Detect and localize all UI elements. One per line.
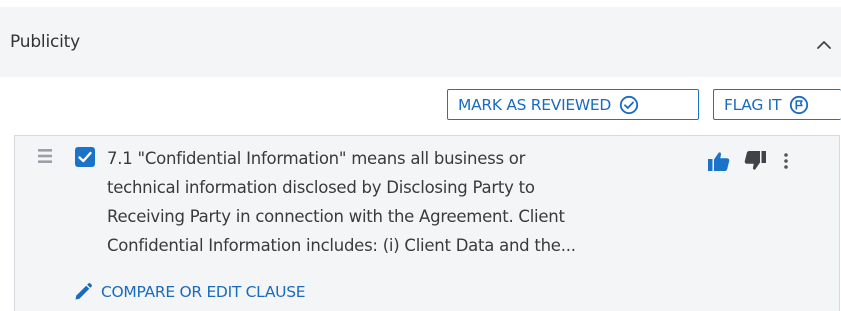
clause-review-panel: Publicity MARK AS REVIEWED FLAG IT 7.1 "… <box>0 0 841 311</box>
clause-text-line: Confidential Information includes: (i) C… <box>107 236 576 255</box>
mark-as-reviewed-label: MARK AS REVIEWED <box>458 95 611 114</box>
section-header[interactable]: Publicity <box>0 7 841 77</box>
compare-or-edit-clause-link[interactable]: COMPARE OR EDIT CLAUSE <box>73 282 306 302</box>
checkmark-icon <box>78 151 92 163</box>
section-title: Publicity <box>10 32 80 52</box>
clause-text-line: Receiving Party in connection with the A… <box>107 207 565 226</box>
more-vertical-icon[interactable] <box>781 150 791 172</box>
clause-text-line: 7.1 "Confidential Information" means all… <box>107 149 526 168</box>
drag-handle-icon[interactable] <box>37 145 55 167</box>
flag-it-button[interactable]: FLAG IT <box>713 89 841 120</box>
check-circle-icon <box>619 95 639 115</box>
clause-text: 7.1 "Confidential Information" means all… <box>107 144 697 260</box>
flag-it-label: FLAG IT <box>724 95 782 114</box>
thumbs-up-icon[interactable] <box>707 150 731 172</box>
clause-card: 7.1 "Confidential Information" means all… <box>14 135 840 311</box>
thumbs-down-icon[interactable] <box>743 150 767 172</box>
clause-checkbox[interactable] <box>75 147 95 167</box>
compare-or-edit-clause-label: COMPARE OR EDIT CLAUSE <box>101 283 306 301</box>
flag-circle-icon <box>789 95 809 115</box>
chevron-up-icon[interactable] <box>812 33 836 57</box>
pencil-icon <box>73 282 93 302</box>
clause-text-line: technical information disclosed by Discl… <box>107 178 535 197</box>
mark-as-reviewed-button[interactable]: MARK AS REVIEWED <box>447 89 699 120</box>
